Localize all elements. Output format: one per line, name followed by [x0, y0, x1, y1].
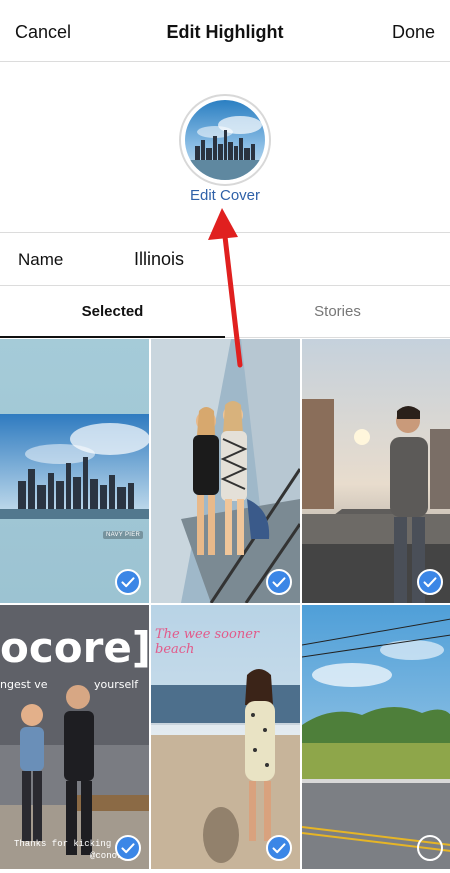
- selected-check-icon[interactable]: [417, 569, 443, 595]
- gym-slogan-left: ngest ve: [0, 678, 48, 691]
- story-thumbnail[interactable]: [151, 339, 300, 603]
- skyline-photo: [0, 339, 149, 603]
- caption-line-1: Thanks for kicking: [14, 839, 112, 849]
- top-bar: Cancel Edit Highlight Done: [0, 0, 450, 62]
- cover-section: Edit Cover: [0, 62, 450, 233]
- selected-check-icon[interactable]: [115, 569, 141, 595]
- cancel-button[interactable]: Cancel: [15, 22, 71, 43]
- story-thumbnail[interactable]: NAVY PIER: [0, 339, 149, 603]
- road-photo: [302, 605, 450, 869]
- selected-check-icon[interactable]: [266, 569, 292, 595]
- unselected-check-icon[interactable]: [417, 835, 443, 861]
- name-row: Name: [0, 233, 450, 286]
- selected-check-icon[interactable]: [266, 835, 292, 861]
- tab-selected[interactable]: Selected: [0, 286, 225, 338]
- story-script-text: The wee sooner beach: [155, 627, 260, 657]
- story-thumbnail[interactable]: The wee sooner beach: [151, 605, 300, 869]
- story-thumbnail[interactable]: [302, 339, 450, 603]
- location-sticker: NAVY PIER: [103, 531, 144, 539]
- cover-image[interactable]: [179, 94, 271, 186]
- tab-bar: Selected Stories: [0, 286, 450, 338]
- street-photo: [302, 339, 450, 603]
- friends-photo: [151, 339, 300, 603]
- story-thumbnail[interactable]: [302, 605, 450, 869]
- name-label: Name: [18, 250, 64, 269]
- done-button[interactable]: Done: [392, 22, 435, 43]
- tab-stories[interactable]: Stories: [225, 286, 450, 338]
- gym-slogan-right: yourself: [94, 678, 139, 691]
- name-input[interactable]: [134, 245, 424, 273]
- gym-logo-text: ocore]: [0, 623, 149, 672]
- story-thumbnail[interactable]: ocore] ngest ve yourself Thanks for kick…: [0, 605, 149, 869]
- edit-cover-link[interactable]: Edit Cover: [190, 187, 260, 204]
- skyline-cover-thumbnail: [185, 100, 265, 180]
- selected-check-icon[interactable]: [115, 835, 141, 861]
